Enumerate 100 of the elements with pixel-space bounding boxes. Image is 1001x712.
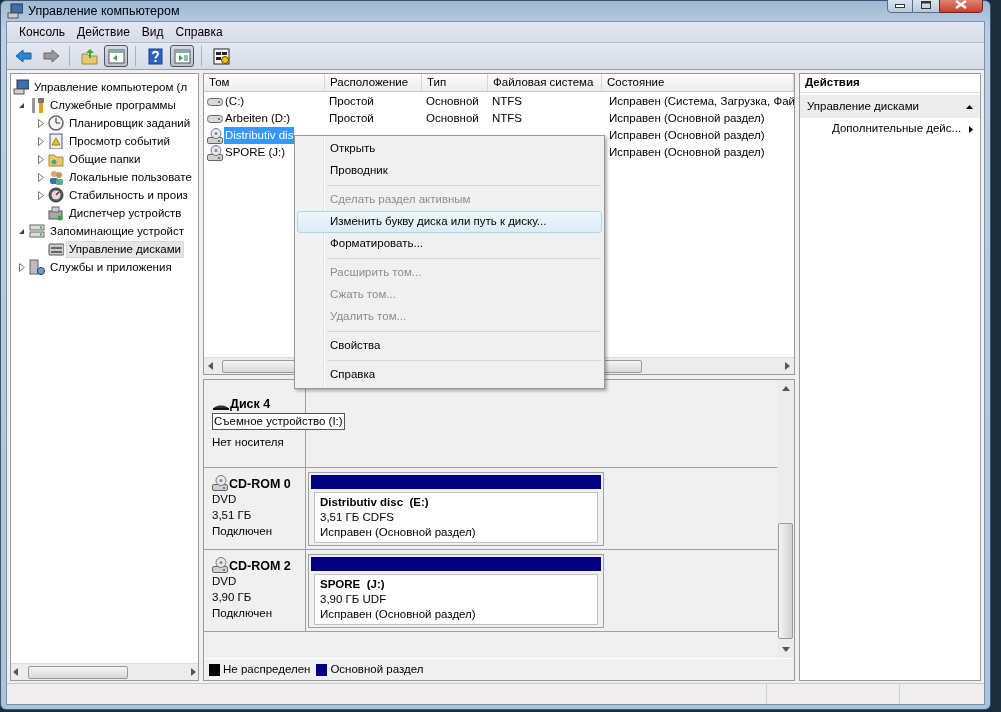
disk-name: CD-ROM 0 xyxy=(229,477,291,491)
expand-arrow-icon[interactable] xyxy=(37,154,44,164)
storage-icon xyxy=(29,223,45,239)
scroll-right-icon xyxy=(190,668,196,676)
expand-arrow-icon[interactable] xyxy=(37,172,44,182)
event-log-icon xyxy=(48,133,64,149)
disk-name: Диск 4 xyxy=(230,397,271,411)
legend-label: Не распределен xyxy=(223,661,311,677)
partition-status: Исправен (Основной раздел) xyxy=(320,607,477,622)
column-header[interactable]: Расположение xyxy=(325,74,422,91)
expand-arrow-icon[interactable] xyxy=(37,136,44,146)
horizontal-scrollbar[interactable] xyxy=(11,663,198,680)
expand-arrow-icon[interactable] xyxy=(37,190,44,200)
device-manager-icon xyxy=(48,205,64,221)
volume-name[interactable]: Arbeiten (D:) xyxy=(224,110,292,127)
toolbar-button[interactable] xyxy=(104,45,128,67)
minimize-icon xyxy=(895,4,905,8)
hard-drive-icon xyxy=(207,113,223,124)
tree-item[interactable]: Просмотр событий xyxy=(66,132,173,150)
scroll-left-icon xyxy=(208,362,214,370)
table-cell-text: NTFS xyxy=(492,93,523,109)
collapse-arrow-icon[interactable] xyxy=(18,227,25,235)
table-cell-text: Основной xyxy=(426,110,479,126)
menu-item[interactable]: Изменить букву диска или путь к диску... xyxy=(297,211,602,233)
disk-info: Подключен xyxy=(212,606,274,621)
window-title: Управление компьютером xyxy=(28,4,180,18)
expand-arrow-icon[interactable] xyxy=(18,262,25,272)
column-header[interactable]: Состояние xyxy=(602,74,794,91)
properties-icon xyxy=(212,47,230,65)
collapse-icon xyxy=(966,104,973,109)
menu-item[interactable]: Консоль xyxy=(13,23,72,41)
menu-item[interactable]: Вид xyxy=(135,23,170,41)
cd-drive-icon xyxy=(212,557,229,573)
tree-item[interactable]: Управление дисками xyxy=(66,240,185,258)
menu-item[interactable]: Справка xyxy=(297,364,602,386)
volume-name[interactable]: (C:) xyxy=(224,93,246,110)
scroll-left-icon xyxy=(13,668,19,676)
folder-up-icon xyxy=(80,47,98,65)
section-header[interactable]: Управление дисками xyxy=(800,95,980,118)
disk-info: Нет носителя xyxy=(212,435,285,450)
collapse-arrow-icon[interactable] xyxy=(18,101,25,109)
toolbar-button[interactable] xyxy=(170,45,194,67)
tree-item[interactable]: Общие папки xyxy=(66,150,144,168)
shared-folder-icon xyxy=(48,151,64,167)
tree-item[interactable]: Планировщик заданий xyxy=(66,114,194,132)
clock-icon xyxy=(48,115,64,131)
tree-item[interactable]: Локальные пользовате xyxy=(66,168,195,186)
menu-item[interactable]: Открыть xyxy=(297,138,602,160)
disk-info: DVD xyxy=(212,574,238,589)
computer-icon xyxy=(7,3,23,19)
menu-item[interactable]: Действие xyxy=(71,23,136,41)
disk-info: Подключен xyxy=(212,524,274,539)
table-cell-text: Исправен (Основной раздел) xyxy=(609,110,765,126)
hard-drive-icon xyxy=(207,96,223,107)
table-cell-text: Основной xyxy=(426,93,479,109)
scroll-thumb[interactable] xyxy=(28,665,128,679)
tree-item[interactable]: Служебные программы xyxy=(47,96,179,114)
users-icon xyxy=(48,169,64,185)
action-pane-icon xyxy=(173,47,191,65)
column-header[interactable]: Файловая система xyxy=(488,74,602,91)
scroll-thumb[interactable] xyxy=(778,523,793,639)
disk-info: 3,51 ГБ xyxy=(212,508,253,523)
partition-status: Исправен (Основной раздел) xyxy=(320,525,477,540)
cd-drive-icon xyxy=(206,127,224,144)
tree-item[interactable]: Запоминающие устройст xyxy=(47,222,187,240)
partition-block[interactable]: Distributiv disc (E:) 3,51 ГБ CDFS Исправен (Основной раздел) xyxy=(308,472,604,546)
legend-label: Основной раздел xyxy=(330,661,424,677)
volume-name[interactable]: SPORE (J:) xyxy=(224,144,287,161)
expand-arrow-icon[interactable] xyxy=(37,118,44,128)
gauge-icon xyxy=(48,187,64,203)
menu-item[interactable]: Свойства xyxy=(297,335,602,357)
close-icon xyxy=(955,0,967,9)
action-item[interactable]: Дополнительные дейс... xyxy=(800,118,980,140)
disk-info: DVD xyxy=(212,492,238,507)
tree-item[interactable]: Управление компьютером (л xyxy=(31,78,191,96)
table-cell-text: Исправен (Система, Загрузка, Фай xyxy=(609,93,794,109)
column-header[interactable]: Тип xyxy=(422,74,488,91)
scroll-right-icon xyxy=(784,362,790,370)
tools-icon xyxy=(29,97,45,113)
table-cell-text: Исправен (Основной раздел) xyxy=(609,127,765,143)
cd-drive-icon xyxy=(212,475,229,491)
table-cell-text: Исправен (Основной раздел) xyxy=(609,144,765,160)
vertical-scrollbar[interactable] xyxy=(777,380,794,658)
scroll-up-icon xyxy=(781,386,790,391)
partition-name: Distributiv disc (E:) xyxy=(320,495,430,510)
drive-label-box: Съемное устройство (I:) xyxy=(212,413,345,430)
table-cell-text: Простой xyxy=(329,110,374,126)
column-header[interactable]: Том xyxy=(204,74,325,91)
maximize-icon xyxy=(921,1,931,9)
tree-item[interactable]: Стабильность и произ xyxy=(66,186,191,204)
tree-item[interactable]: Диспетчер устройств xyxy=(66,204,185,222)
cd-drive-icon xyxy=(206,144,224,161)
menu-item[interactable]: Справка xyxy=(169,23,229,41)
menu-item[interactable]: Форматировать... xyxy=(297,233,602,255)
table-cell-text: NTFS xyxy=(492,110,523,126)
tree-item[interactable]: Службы и приложения xyxy=(47,258,175,276)
partition-block[interactable]: SPORE (J:) 3,90 ГБ UDF Исправен (Основной раздел) xyxy=(308,554,604,628)
menu-item[interactable]: Проводник xyxy=(297,160,602,182)
computer-icon xyxy=(13,79,29,95)
partition-size: 3,51 ГБ CDFS xyxy=(320,510,395,525)
